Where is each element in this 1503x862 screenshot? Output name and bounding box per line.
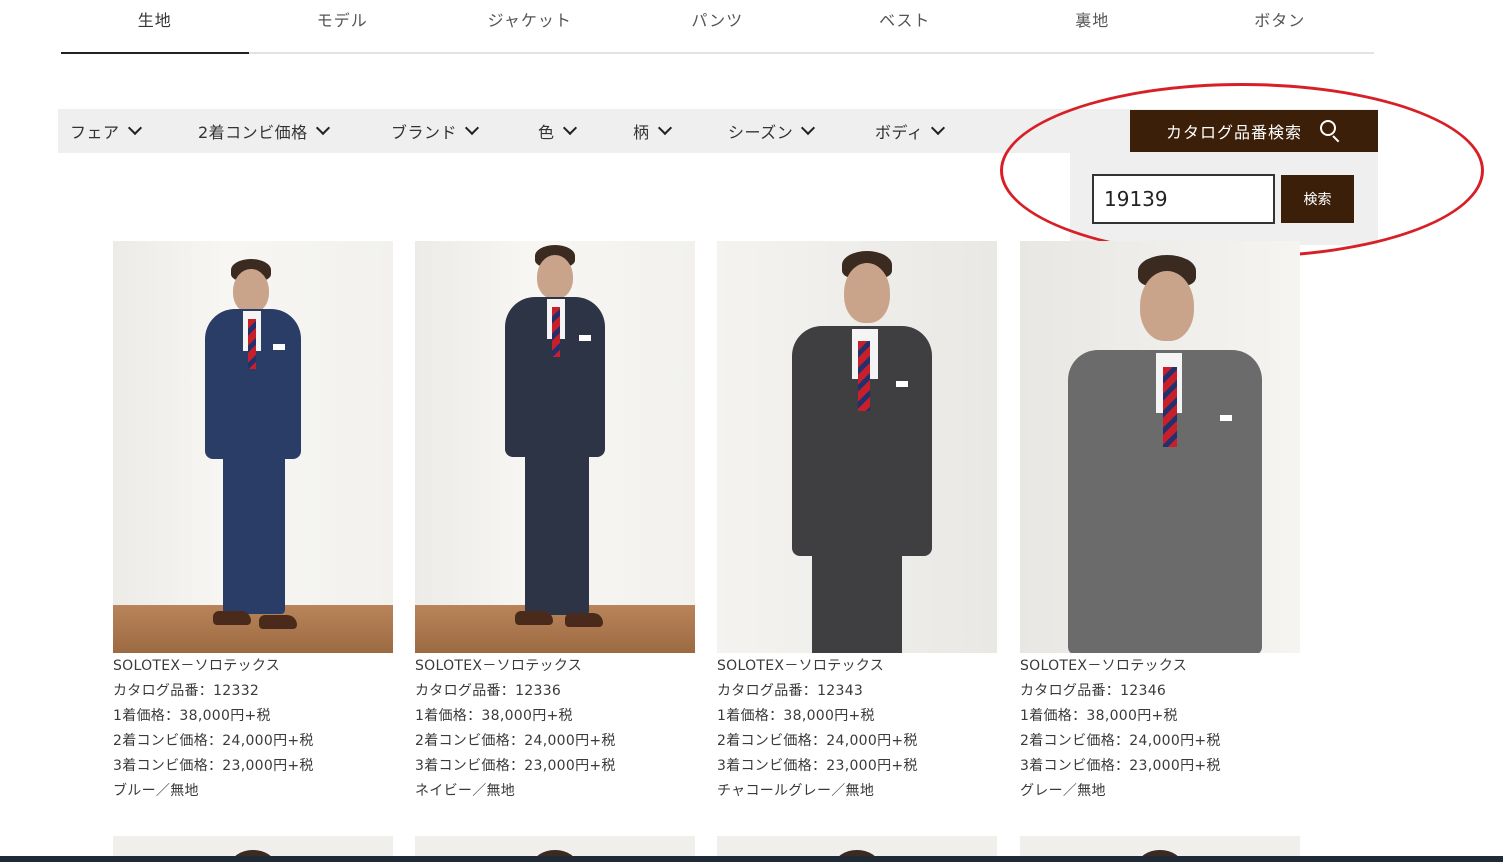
tab-fabric[interactable]: 生地 (61, 0, 249, 54)
filter-label: シーズン (728, 123, 794, 142)
product-color: ブルー／無地 (113, 783, 199, 799)
product-photo[interactable] (415, 241, 695, 653)
filter-season[interactable]: シーズン (728, 109, 816, 153)
product-price-two: 2着コンビ価格：24,000円+税 (113, 733, 314, 749)
category-tabs: 生地 モデル ジャケット パンツ ベスト 裏地 ボタン (61, 0, 1374, 54)
catalog-search-label: カタログ品番検索 (1165, 123, 1302, 142)
chevron-down-icon (464, 120, 480, 136)
product-price-single: 1着価格：38,000円+税 (113, 708, 271, 724)
chevron-down-icon (801, 120, 816, 136)
filter-combo-price[interactable]: 2着コンビ価格 (198, 109, 330, 153)
filter-label: ボディ (875, 123, 924, 142)
product-photo[interactable] (1020, 241, 1300, 653)
product-card[interactable]: SOLOTEX－ソロテックス カタログ品番：12332 1着価格：38,000円… (113, 241, 393, 804)
tab-pants[interactable]: パンツ (624, 0, 812, 52)
tab-button[interactable]: ボタン (1186, 0, 1374, 52)
product-photo[interactable] (717, 241, 997, 653)
filter-label: ブランド (391, 123, 458, 142)
taskbar-edge (0, 856, 1503, 862)
product-catalog-number: カタログ品番：12346 (1020, 683, 1167, 699)
filter-fair[interactable]: フェア (70, 109, 142, 153)
chevron-down-icon (562, 120, 577, 136)
product-catalog-number: カタログ品番：12332 (113, 683, 260, 699)
product-price-single: 1着価格：38,000円+税 (717, 708, 875, 724)
catalog-number-input[interactable] (1092, 174, 1275, 224)
filter-label: 色 (538, 123, 555, 142)
product-price-single: 1着価格：38,000円+税 (415, 708, 573, 724)
product-price-three: 3着コンビ価格：23,000円+税 (1020, 758, 1221, 774)
product-price-two: 2着コンビ価格：24,000円+税 (1020, 733, 1221, 749)
product-brand[interactable]: SOLOTEX－ソロテックス (1020, 654, 1300, 679)
tab-jacket[interactable]: ジャケット (436, 0, 624, 52)
product-photo-partial[interactable] (1020, 836, 1300, 856)
product-photo[interactable] (113, 241, 393, 653)
product-card[interactable]: SOLOTEX－ソロテックス カタログ品番：12336 1着価格：38,000円… (415, 241, 695, 804)
product-price-three: 3着コンビ価格：23,000円+税 (717, 758, 918, 774)
product-brand[interactable]: SOLOTEX－ソロテックス (113, 654, 393, 679)
product-catalog-number: カタログ品番：12336 (415, 683, 562, 699)
product-color: ネイビー／無地 (415, 783, 516, 799)
product-brand[interactable]: SOLOTEX－ソロテックス (415, 654, 695, 679)
product-color: チャコールグレー／無地 (717, 783, 875, 799)
tab-model[interactable]: モデル (249, 0, 437, 52)
filter-body[interactable]: ボディ (875, 109, 946, 153)
search-submit-button[interactable]: 検索 (1281, 175, 1354, 223)
chevron-down-icon (657, 120, 672, 136)
catalog-search-button[interactable]: カタログ品番検索 (1130, 110, 1378, 152)
filter-color[interactable]: 色 (538, 109, 577, 153)
filter-pattern[interactable]: 柄 (633, 109, 672, 153)
chevron-down-icon (127, 120, 142, 136)
product-price-two: 2着コンビ価格：24,000円+税 (415, 733, 616, 749)
product-price-two: 2着コンビ価格：24,000円+税 (717, 733, 918, 749)
product-brand[interactable]: SOLOTEX－ソロテックス (717, 654, 997, 679)
filter-brand[interactable]: ブランド (391, 109, 480, 153)
tab-vest[interactable]: ベスト (811, 0, 999, 52)
filter-label: 柄 (633, 123, 650, 142)
product-card[interactable]: SOLOTEX－ソロテックス カタログ品番：12343 1着価格：38,000円… (717, 241, 997, 804)
product-photo-partial[interactable] (113, 836, 393, 856)
chevron-down-icon (931, 120, 946, 136)
filter-label: フェア (70, 123, 120, 142)
tab-lining[interactable]: 裏地 (999, 0, 1187, 52)
product-card[interactable]: SOLOTEX－ソロテックス カタログ品番：12346 1着価格：38,000円… (1020, 241, 1300, 804)
product-catalog-number: カタログ品番：12343 (717, 683, 864, 699)
product-color: グレー／無地 (1020, 783, 1106, 799)
product-photo-partial[interactable] (415, 836, 695, 856)
chevron-down-icon (315, 120, 330, 136)
product-price-single: 1着価格：38,000円+税 (1020, 708, 1178, 724)
product-price-three: 3着コンビ価格：23,000円+税 (415, 758, 616, 774)
product-price-three: 3着コンビ価格：23,000円+税 (113, 758, 314, 774)
product-photo-partial[interactable] (717, 836, 997, 856)
search-icon (1320, 120, 1342, 143)
filter-label: 2着コンビ価格 (198, 123, 308, 142)
